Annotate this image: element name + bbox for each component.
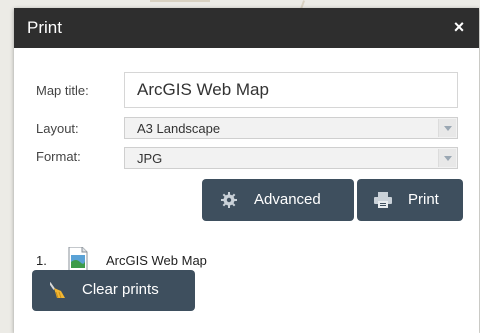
result-link[interactable]: ArcGIS Web Map [106, 253, 207, 268]
close-icon[interactable]: × [449, 17, 469, 37]
gear-icon [221, 192, 237, 212]
format-select[interactable]: JPG [124, 147, 458, 169]
clear-prints-button[interactable]: Clear prints [32, 270, 195, 311]
print-dialog: Print × Map title: Layout: A3 Landscape … [14, 8, 479, 333]
broom-icon [48, 282, 66, 302]
map-road [150, 0, 210, 2]
image-file-icon [68, 246, 88, 272]
result-number: 1. [36, 253, 47, 268]
layout-label: Layout: [36, 121, 79, 136]
dialog-titlebar: Print × [14, 8, 479, 48]
format-select-value: JPG [137, 151, 163, 166]
chevron-down-icon [438, 119, 456, 137]
advanced-button[interactable]: Advanced [202, 179, 354, 221]
printer-icon [374, 192, 392, 212]
map-title-input[interactable] [124, 72, 458, 108]
dialog-title: Print [27, 18, 62, 37]
layout-select-value: A3 Landscape [137, 121, 221, 136]
layout-select[interactable]: A3 Landscape [124, 117, 458, 139]
print-button-label: Print [408, 191, 439, 208]
advanced-button-label: Advanced [254, 191, 321, 208]
format-label: Format: [36, 149, 81, 164]
clear-prints-button-label: Clear prints [82, 281, 159, 298]
chevron-down-icon [438, 149, 456, 167]
map-title-label: Map title: [36, 83, 89, 98]
print-button[interactable]: Print [357, 179, 463, 221]
